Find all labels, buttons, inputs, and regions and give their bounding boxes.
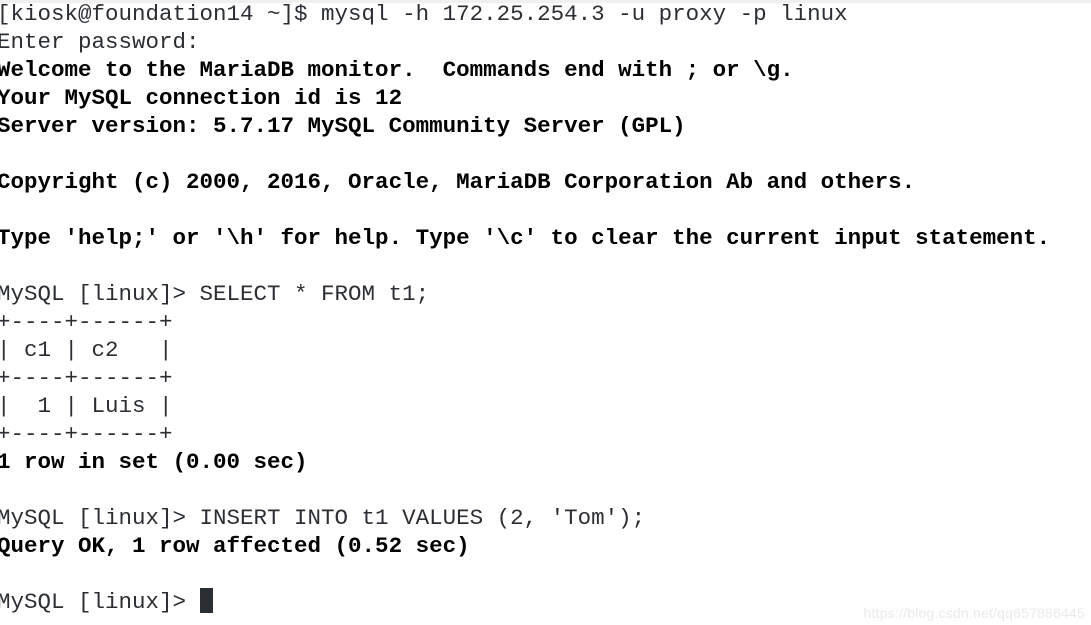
terminal-line-list: [kiosk@foundation14 ~]$ mysql -h 172.25.… bbox=[0, 0, 1091, 588]
terminal-line: Server version: 5.7.17 MySQL Community S… bbox=[0, 113, 686, 139]
terminal-line: 1 row in set (0.00 sec) bbox=[0, 449, 308, 475]
terminal-line: MySQL [linux]> INSERT INTO t1 VALUES (2,… bbox=[0, 505, 646, 531]
terminal-line: Query OK, 1 row affected (0.52 sec) bbox=[0, 533, 470, 559]
terminal-window[interactable]: [kiosk@foundation14 ~]$ mysql -h 172.25.… bbox=[0, 0, 1091, 625]
top-clipped-strip bbox=[0, 0, 1091, 3]
terminal-line: | 1 | Luis | bbox=[0, 393, 173, 419]
terminal-line: [kiosk@foundation14 ~]$ mysql -h 172.25.… bbox=[0, 1, 848, 27]
terminal-line: | c1 | c2 | bbox=[0, 337, 173, 363]
terminal-output-screen[interactable]: [kiosk@foundation14 ~]$ mysql -h 172.25.… bbox=[0, 0, 1091, 616]
terminal-line: Type 'help;' or '\h' for help. Type '\c'… bbox=[0, 225, 1051, 251]
terminal-line: +----+------+ bbox=[0, 421, 173, 447]
terminal-line: +----+------+ bbox=[0, 365, 173, 391]
prompt-text: MySQL [linux]> bbox=[0, 589, 200, 615]
block-cursor-icon bbox=[199, 588, 213, 613]
terminal-line: MySQL [linux]> SELECT * FROM t1; bbox=[0, 281, 430, 307]
terminal-line: Enter password: bbox=[0, 29, 200, 55]
terminal-line: +----+------+ bbox=[0, 309, 173, 335]
watermark-text: https://blog.csdn.net/qq657886445 bbox=[863, 605, 1085, 621]
terminal-line: Welcome to the MariaDB monitor. Commands… bbox=[0, 57, 794, 83]
terminal-line: Your MySQL connection id is 12 bbox=[0, 85, 403, 111]
terminal-line: Copyright (c) 2000, 2016, Oracle, MariaD… bbox=[0, 169, 916, 195]
